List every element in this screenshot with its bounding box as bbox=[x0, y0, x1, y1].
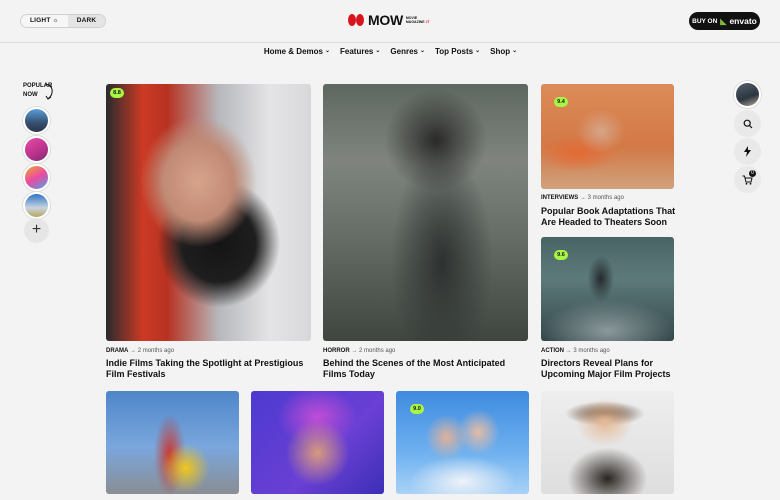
theme-light-label: LIGHT bbox=[30, 17, 51, 24]
logo-mark-icon bbox=[348, 13, 365, 27]
nav-label: Top Posts bbox=[435, 46, 474, 56]
post-time: 2 months ago bbox=[359, 348, 396, 354]
post-time: 2 months ago bbox=[137, 348, 175, 354]
post-category[interactable]: HORROR bbox=[323, 348, 350, 354]
post-title-4[interactable]: Directors Reveal Plans for Upcoming Majo… bbox=[541, 358, 676, 380]
theme-light-option[interactable]: LIGHT ☼ bbox=[21, 15, 68, 27]
chevron-down-icon: ⌄ bbox=[419, 48, 425, 54]
chevron-down-icon: ⌄ bbox=[375, 48, 381, 54]
score-badge: 9.6 bbox=[554, 250, 568, 260]
nav-item-genres[interactable]: Genres ⌄ bbox=[390, 44, 425, 58]
curved-arrow-icon bbox=[44, 83, 53, 100]
post-thumbnail-8[interactable] bbox=[541, 391, 674, 494]
dash-icon: → bbox=[130, 348, 137, 354]
dash-icon: → bbox=[565, 348, 572, 354]
post-thumbnail-7[interactable]: 9.0 bbox=[396, 391, 529, 494]
user-avatar[interactable] bbox=[734, 81, 761, 108]
post-thumbnail-3[interactable]: 9.4 bbox=[541, 84, 674, 189]
post-thumbnail-2[interactable] bbox=[323, 84, 528, 341]
score-badge: 9.4 bbox=[554, 97, 568, 107]
search-button[interactable] bbox=[734, 110, 761, 137]
post-title-3[interactable]: Popular Book Adaptations That Are Headed… bbox=[541, 206, 676, 228]
nav-label: Home & Demos bbox=[263, 46, 323, 56]
score-badge: 8.8 bbox=[110, 88, 124, 98]
buy-on-envato-button[interactable]: BUY ON ◣ envato bbox=[689, 12, 760, 30]
buy-button-prefix: BUY ON bbox=[692, 17, 718, 25]
sun-icon: ☼ bbox=[52, 17, 59, 24]
post-thumbnail-1[interactable]: 8.8 bbox=[106, 84, 311, 341]
trending-button[interactable] bbox=[734, 138, 761, 165]
search-icon bbox=[743, 119, 752, 128]
post-meta-4: ACTION → 3 months ago bbox=[541, 348, 610, 354]
site-header: LIGHT ☼ DARK MOW MOVIE MAGAZINE JT BUY O… bbox=[0, 0, 780, 43]
popular-heading-line2: NOW bbox=[23, 92, 38, 98]
site-logo[interactable]: MOW MOVIE MAGAZINE JT bbox=[348, 12, 430, 28]
post-meta-3: INTERVIEWS → 3 months ago bbox=[541, 195, 624, 201]
nav-label: Shop bbox=[490, 46, 511, 56]
popular-avatar-3[interactable] bbox=[23, 164, 50, 191]
post-time: 3 months ago bbox=[587, 195, 624, 201]
logo-sub-line3: JT bbox=[425, 20, 430, 24]
post-category[interactable]: DRAMA bbox=[106, 348, 128, 354]
theme-toggle[interactable]: LIGHT ☼ DARK bbox=[20, 14, 107, 28]
post-title-1[interactable]: Indie Films Taking the Spotlight at Pres… bbox=[106, 358, 311, 380]
theme-dark-option[interactable]: DARK bbox=[67, 15, 106, 27]
post-thumbnail-5[interactable] bbox=[106, 391, 239, 494]
logo-sub-line2: MAGAZINE bbox=[405, 20, 425, 24]
post-time: 3 months ago bbox=[573, 348, 610, 354]
add-story-button[interactable]: + bbox=[24, 218, 49, 243]
post-category[interactable]: INTERVIEWS bbox=[541, 195, 578, 201]
cart-button[interactable]: 0 bbox=[734, 166, 761, 193]
dash-icon: → bbox=[351, 348, 358, 354]
popular-avatar-1[interactable] bbox=[23, 107, 50, 134]
nav-item-top-posts[interactable]: Top Posts ⌄ bbox=[435, 44, 480, 58]
post-category[interactable]: ACTION bbox=[541, 348, 564, 354]
nav-label: Features bbox=[340, 46, 374, 56]
chevron-down-icon: ⌄ bbox=[475, 48, 481, 54]
logo-wordmark: MOW bbox=[368, 12, 403, 28]
chevron-down-icon: ⌄ bbox=[324, 48, 330, 54]
post-title-2[interactable]: Behind the Scenes of the Most Anticipate… bbox=[323, 358, 528, 380]
buy-button-brand: envato bbox=[729, 16, 757, 26]
popular-avatar-2[interactable] bbox=[23, 136, 50, 163]
popular-avatar-4[interactable] bbox=[23, 192, 50, 219]
post-meta-1: DRAMA → 2 months ago bbox=[106, 348, 174, 354]
nav-label: Genres bbox=[390, 46, 418, 56]
dash-icon: → bbox=[579, 195, 586, 201]
cart-count-badge: 0 bbox=[749, 170, 756, 177]
lightning-icon bbox=[744, 146, 751, 157]
post-meta-2: HORROR → 2 months ago bbox=[323, 348, 395, 354]
logo-subtitle: MOVIE MAGAZINE JT bbox=[406, 16, 430, 24]
nav-item-features[interactable]: Features ⌄ bbox=[340, 44, 380, 58]
nav-item-home-demos[interactable]: Home & Demos ⌄ bbox=[264, 44, 330, 58]
chevron-down-icon: ⌄ bbox=[512, 48, 518, 54]
leaf-icon: ◣ bbox=[720, 16, 727, 26]
nav-item-shop[interactable]: Shop ⌄ bbox=[490, 44, 517, 58]
main-nav: Home & Demos ⌄ Features ⌄ Genres ⌄ Top Post… bbox=[0, 44, 780, 58]
post-thumbnail-6[interactable] bbox=[251, 391, 384, 494]
post-thumbnail-4[interactable]: 9.6 bbox=[541, 237, 674, 341]
score-badge: 9.0 bbox=[410, 404, 424, 414]
